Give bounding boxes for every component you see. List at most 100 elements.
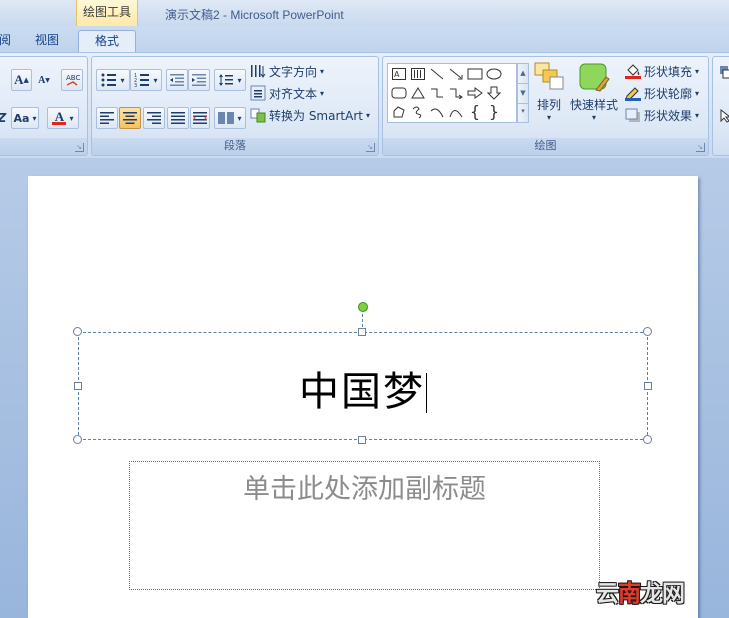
svg-text:ABC: ABC: [66, 74, 80, 82]
line-shape-icon[interactable]: [428, 65, 446, 83]
arrange-button[interactable]: 排列 ▾: [531, 61, 567, 122]
columns-button[interactable]: ▾: [214, 107, 246, 129]
tab-view[interactable]: 视图: [30, 30, 64, 52]
arrow-line-shape-icon[interactable]: [447, 65, 465, 83]
resize-handle-left[interactable]: [74, 382, 82, 390]
quick-styles-caret: ▾: [591, 113, 596, 122]
left-brace-shape-icon[interactable]: {: [466, 103, 484, 121]
pencil-icon: [625, 87, 641, 101]
svg-text:A: A: [394, 70, 400, 79]
down-arrow-shape-icon[interactable]: [485, 84, 503, 102]
strikethrough-button[interactable]: Z: [0, 107, 9, 129]
gallery-more[interactable]: ▾: [518, 104, 528, 122]
title-placeholder[interactable]: 中国梦: [78, 332, 648, 440]
text-cursor: [426, 373, 427, 413]
shapes-gallery[interactable]: A { }: [387, 63, 517, 123]
shape-effects-label: 形状效果: [644, 108, 693, 123]
numbering-button[interactable]: 1 2 3 ▾: [130, 69, 162, 91]
arrange-caret: ▾: [546, 113, 551, 122]
arc-shape-icon[interactable]: [428, 103, 446, 121]
align-text-icon: [250, 85, 266, 101]
slide-canvas[interactable]: 中国梦 单击此处添加副标题: [28, 176, 698, 618]
tab-review[interactable]: 阅: [0, 30, 14, 52]
window-title: 演示文稿2 - Microsoft PowerPoint: [165, 8, 344, 22]
subtitle-placeholder-text: 单击此处添加副标题: [243, 474, 486, 505]
gallery-scroll-up[interactable]: ▲: [518, 64, 528, 84]
subtitle-placeholder[interactable]: 单击此处添加副标题: [129, 461, 600, 590]
ribbon-tabs: 阅 视图 格式: [0, 26, 729, 52]
distributed-button[interactable]: [190, 107, 210, 129]
freeform-shape-icon[interactable]: [390, 103, 408, 121]
align-right-button[interactable]: [143, 107, 165, 129]
right-arrow-shape-icon[interactable]: [466, 84, 484, 102]
bullets-icon: [101, 73, 117, 87]
decrease-indent-icon: [170, 74, 184, 86]
resize-handle-bottom-left[interactable]: [73, 435, 82, 444]
shape-outline-command[interactable]: 形状轮廓 ▾: [625, 83, 699, 103]
resize-handle-top[interactable]: [358, 328, 366, 336]
select-pointer-icon[interactable]: [717, 105, 729, 127]
rounded-rectangle-shape-icon[interactable]: [390, 84, 408, 102]
ribbon: A▲ A▼ ABC Z Aa▾ A ▾ ↘: [0, 52, 729, 158]
shape-fill-command[interactable]: 形状填充 ▾: [625, 61, 699, 81]
tab-format[interactable]: 格式: [78, 30, 136, 52]
rectangle-shape-icon[interactable]: [466, 65, 484, 83]
align-text-command[interactable]: 对齐文本 ▾: [250, 83, 324, 103]
line-spacing-button[interactable]: ▾: [214, 69, 246, 91]
elbow-connector-shape-icon[interactable]: [428, 84, 446, 102]
align-center-button[interactable]: [119, 107, 141, 129]
quick-styles-button[interactable]: 快速样式 ▾: [567, 61, 621, 122]
change-case-button[interactable]: Aa ▾: [11, 107, 39, 129]
shape-fill-label: 形状填充: [644, 64, 693, 79]
increase-indent-icon: [192, 74, 206, 86]
shapes-gallery-scroll[interactable]: ▲ ▼ ▾: [517, 63, 529, 123]
justify-icon: [171, 112, 185, 124]
text-direction-icon: [251, 65, 266, 78]
increase-indent-button[interactable]: [188, 69, 210, 91]
curve-shape-icon[interactable]: [447, 103, 465, 121]
right-brace-shape-icon[interactable]: }: [485, 103, 503, 121]
shrink-font-button[interactable]: A ▼: [34, 69, 54, 91]
triangle-shape-icon[interactable]: [409, 84, 427, 102]
clear-formatting-button[interactable]: ABC: [61, 69, 83, 91]
text-direction-label: 文字方向: [269, 64, 318, 79]
shape-outline-label: 形状轮廓: [644, 86, 693, 101]
arrange-icon: [534, 62, 564, 90]
paint-bucket-icon: [625, 64, 641, 79]
convert-smartart-command[interactable]: 转换为 SmartArt ▾: [250, 105, 370, 125]
resize-handle-bottom-right[interactable]: [643, 435, 652, 444]
resize-handle-bottom[interactable]: [358, 436, 366, 444]
bring-forward-icon[interactable]: [717, 61, 729, 83]
align-left-button[interactable]: [96, 107, 118, 129]
drawing-dialog-launcher[interactable]: ↘: [696, 143, 705, 152]
align-left-icon: [100, 112, 114, 124]
font-group-label: [0, 138, 87, 155]
rotation-handle[interactable]: [358, 302, 368, 312]
decrease-indent-button[interactable]: [166, 69, 188, 91]
resize-handle-right[interactable]: [644, 382, 652, 390]
elbow-arrow-connector-shape-icon[interactable]: [447, 84, 465, 102]
gallery-scroll-down[interactable]: ▼: [518, 84, 528, 104]
grow-font-button[interactable]: A ▲: [11, 69, 32, 91]
paragraph-dialog-launcher[interactable]: ↘: [366, 143, 375, 152]
font-dialog-launcher[interactable]: ↘: [75, 143, 84, 152]
justify-button[interactable]: [167, 107, 189, 129]
bullets-button[interactable]: ▾: [96, 69, 130, 91]
paragraph-group: ▾ 1 2 3 ▾ ▾ 文字方向 ▾ 对齐文本 ▾ 转换为 SmartArt ▾…: [91, 56, 379, 156]
next-group-partial: [712, 56, 729, 156]
text-direction-command[interactable]: 文字方向 ▾: [250, 61, 324, 81]
shape-effects-command[interactable]: 形状效果 ▾: [625, 105, 699, 125]
resize-handle-top-left[interactable]: [73, 327, 82, 336]
font-color-button[interactable]: A ▾: [47, 107, 79, 129]
slide-title[interactable]: 中国梦: [79, 359, 647, 417]
distributed-icon: [193, 112, 207, 124]
vertical-textbox-shape-icon[interactable]: [409, 65, 427, 83]
site-watermark-logo: 云南龙网: [596, 581, 685, 607]
scribble-shape-icon[interactable]: [409, 103, 427, 121]
arrange-label: 排列: [536, 98, 561, 112]
resize-handle-top-right[interactable]: [643, 327, 652, 336]
drawing-group: A { } ▲ ▼ ▾ 排列 ▾ 快速样式 ▾ 形状填充 ▾ 形状轮廓 ▾ 形状…: [382, 56, 709, 156]
oval-shape-icon[interactable]: [485, 65, 503, 83]
textbox-shape-icon[interactable]: A: [390, 65, 408, 83]
line-spacing-icon: [219, 74, 234, 86]
